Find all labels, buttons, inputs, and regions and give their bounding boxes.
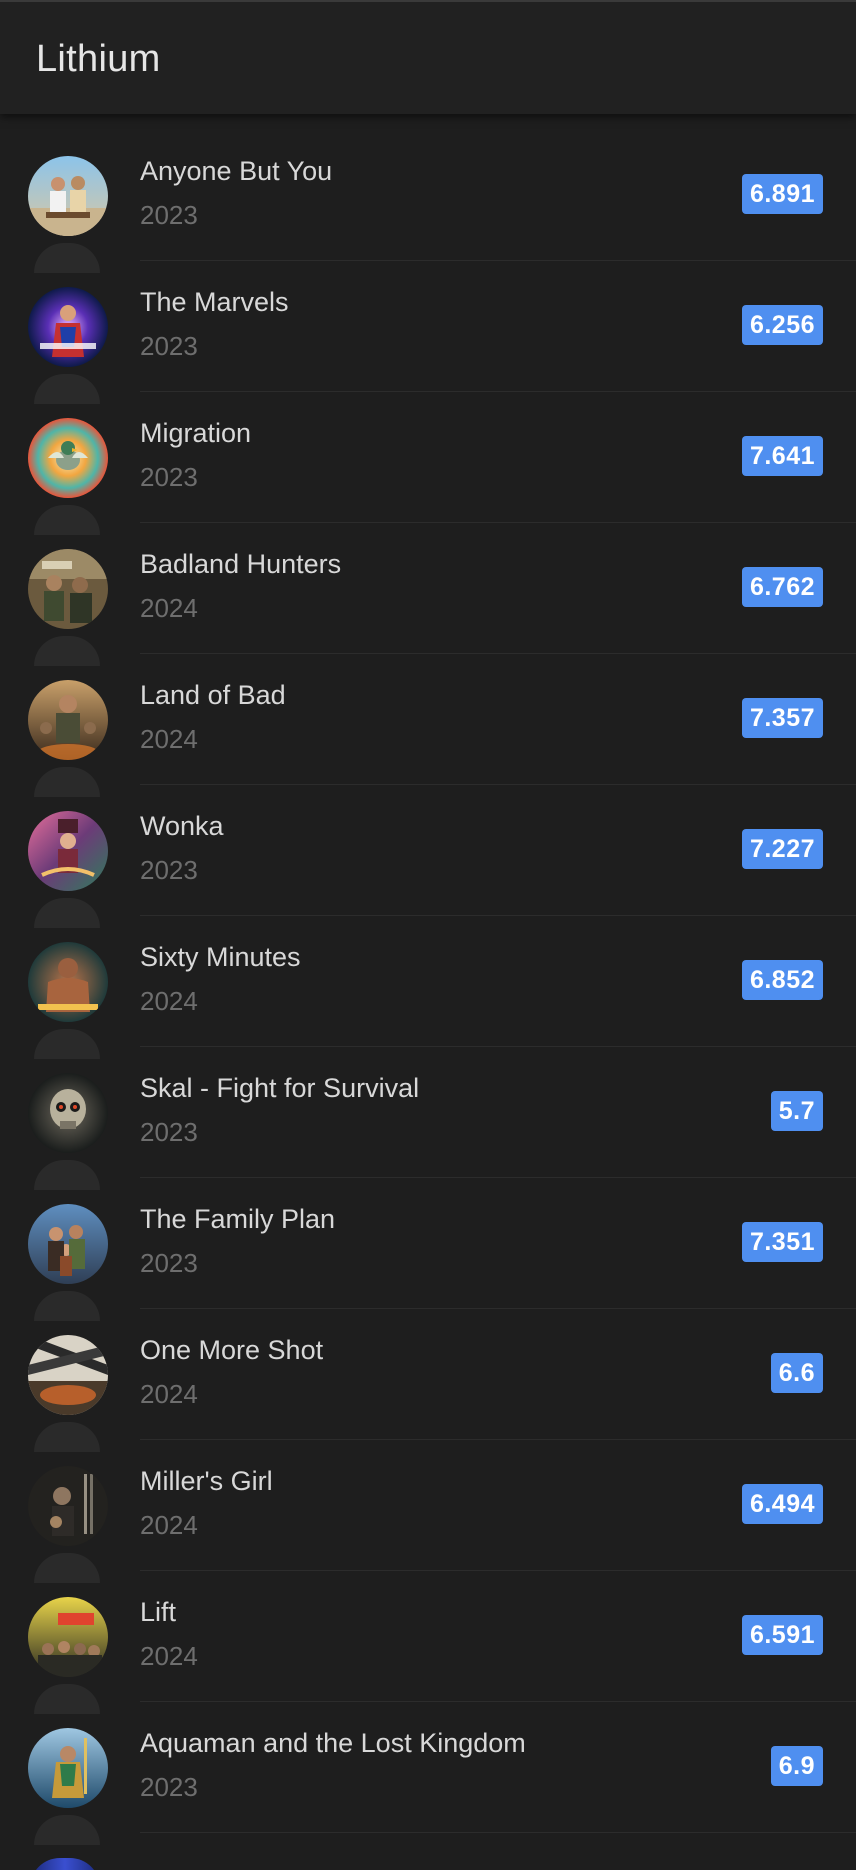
movie-year: 2024 [140,593,198,623]
movie-year: 2023 [140,855,198,885]
movie-list-item[interactable]: Wonka 2023 7.227 [0,785,856,928]
movie-year: 2023 [140,331,198,361]
poster-action-shot-image [28,1335,108,1415]
rating-badge: 7.641 [741,436,823,476]
app-toolbar: Lithium [0,0,856,114]
movie-title: Sixty Minutes [140,942,301,972]
movie-year: 2023 [140,200,198,230]
movie-year: 2024 [140,1641,198,1671]
movie-title: Lift [140,1597,177,1627]
poster-soldiers-desert-image [28,549,108,629]
movie-title: Badland Hunters [140,549,342,579]
rating-badge: 6.591 [741,1615,823,1655]
movie-title: The Family Plan [140,1204,336,1234]
rating-badge: 6.762 [741,567,823,607]
movie-list-item[interactable]: The Marvels 2023 6.256 [0,261,856,404]
movie-year: 2023 [140,1117,198,1147]
app-title: Lithium [36,38,161,80]
rating-badge: 6.256 [741,305,823,345]
rating-badge: 6.494 [741,1484,823,1524]
movie-list-item[interactable]: Anyone But You 2023 6.891 [0,130,856,273]
rating-badge: 6.891 [741,174,823,214]
next-movie-poster-partial [30,1858,100,1870]
list-divider [140,1832,856,1833]
poster-millers-girl-image [28,1466,108,1546]
movie-list-item[interactable]: One More Shot 2024 6.6 [0,1309,856,1452]
movie-title: Anyone But You [140,156,333,186]
movie-title: Migration [140,418,252,448]
rating-badge: 7.351 [741,1222,823,1262]
poster-soldiers-explosion-image [28,680,108,760]
poster-wonka-image [28,811,108,891]
movie-list-item[interactable]: Aquaman and the Lost Kingdom 2023 6.9 [0,1702,856,1845]
poster-aquaman-image [28,1728,108,1808]
movie-list-item[interactable]: Migration 2023 7.641 [0,392,856,535]
movie-title: Aquaman and the Lost Kingdom [140,1728,526,1758]
poster-duck-colorful-image [28,418,108,498]
movie-title: Skal - Fight for Survival [140,1073,420,1103]
rating-badge: 6.852 [741,960,823,1000]
poster-couple-beach-image [28,156,108,236]
poster-lift-image [28,1597,108,1677]
movie-year: 2024 [140,1379,198,1409]
rating-badge: 5.7 [770,1091,823,1131]
avatar-shadow [34,1815,100,1845]
movie-title: The Marvels [140,287,289,317]
movie-list-item[interactable]: Skal - Fight for Survival 2023 5.7 [0,1047,856,1190]
poster-fighter-image [28,942,108,1022]
movie-list-item[interactable]: Land of Bad 2024 7.357 [0,654,856,797]
movie-year: 2024 [140,724,198,754]
movie-year: 2023 [140,1248,198,1278]
movie-year: 2024 [140,986,198,1016]
rating-badge: 7.357 [741,698,823,738]
movie-list-item[interactable]: The Family Plan 2023 7.351 [0,1178,856,1321]
rating-badge: 6.9 [770,1746,823,1786]
app-window: Lithium Anyone But You 2023 6.891 The Ma… [0,0,856,1870]
movie-title: One More Shot [140,1335,324,1365]
movie-year: 2023 [140,1772,198,1802]
movie-list-item[interactable]: Badland Hunters 2024 6.762 [0,523,856,666]
movie-title: Miller's Girl [140,1466,273,1496]
poster-family-image [28,1204,108,1284]
movie-list-item[interactable]: Miller's Girl 2024 6.494 [0,1440,856,1583]
rating-badge: 6.6 [770,1353,823,1393]
rating-badge: 7.227 [741,829,823,869]
poster-skull-image [28,1073,108,1153]
movie-list-item[interactable]: Sixty Minutes 2024 6.852 [0,916,856,1059]
movie-title: Wonka [140,811,224,841]
poster-the-marvels-image [28,287,108,367]
movie-list[interactable]: Anyone But You 2023 6.891 The Marvels 20… [0,130,856,1845]
movie-year: 2024 [140,1510,198,1540]
movie-year: 2023 [140,462,198,492]
movie-title: Land of Bad [140,680,286,710]
movie-list-item[interactable]: Lift 2024 6.591 [0,1571,856,1714]
